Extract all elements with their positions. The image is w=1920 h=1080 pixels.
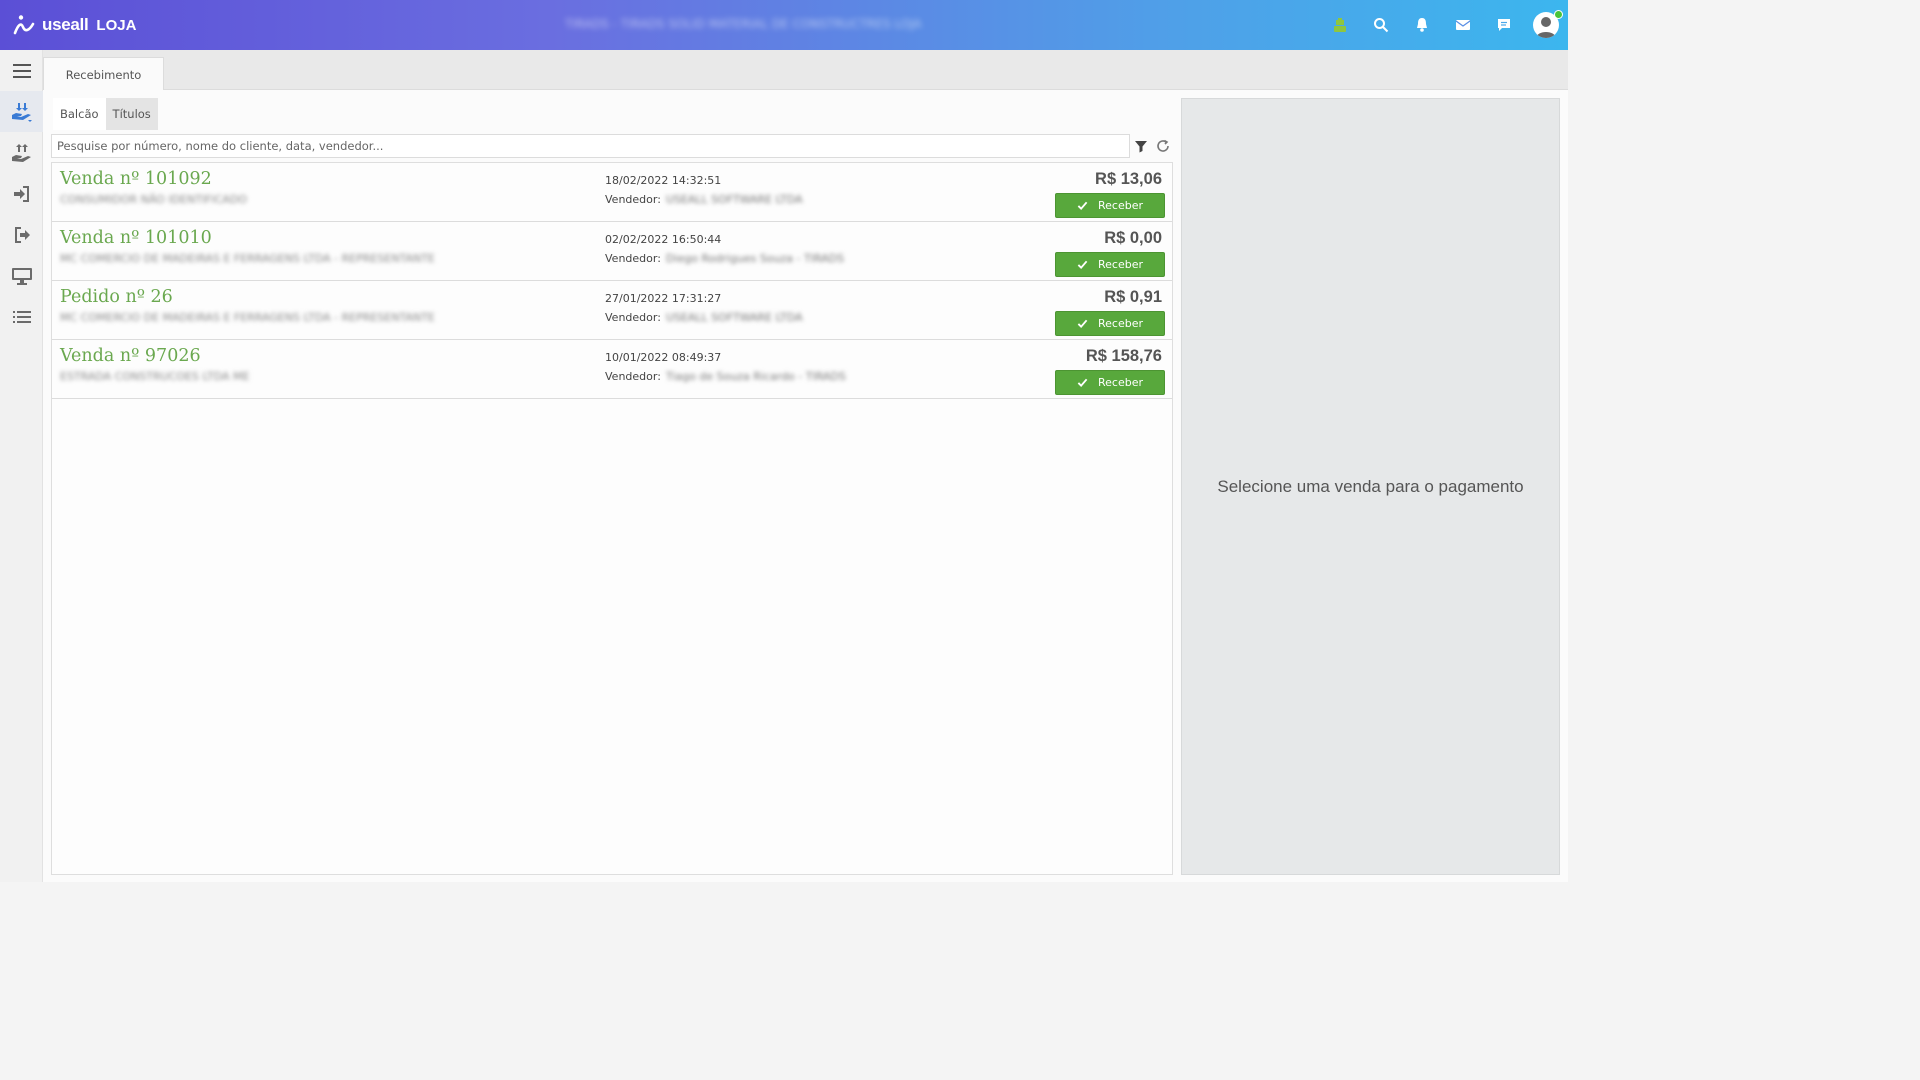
sale-client: MC COMERCIO DE MADEIRAS E FERRAGENS LTDA… xyxy=(60,252,435,265)
main-content: Balcão Títulos Venda nº 101092 CONSUMIDO… xyxy=(43,90,1568,882)
sidebar-item-entrada[interactable] xyxy=(0,173,43,214)
tab-recebimento[interactable]: Recebimento xyxy=(43,57,164,91)
bell-icon xyxy=(1416,18,1427,32)
tab-balcao[interactable]: Balcão xyxy=(53,98,106,130)
messages-button[interactable] xyxy=(1442,0,1483,50)
check-icon xyxy=(1077,319,1088,329)
refresh-icon[interactable] xyxy=(1155,138,1171,154)
monitor-icon xyxy=(11,267,32,285)
list-item[interactable]: Pedido nº 26 MC COMERCIO DE MADEIRAS E F… xyxy=(52,281,1172,340)
tab-titulos[interactable]: Títulos xyxy=(105,98,158,130)
chat-icon xyxy=(1497,19,1510,31)
user-menu[interactable] xyxy=(1524,0,1568,50)
sidebar-item-pagamento[interactable] xyxy=(0,132,43,173)
useall-logo-icon xyxy=(13,15,35,35)
brand-name: useall xyxy=(42,15,89,34)
sale-client: CONSUMIDOR NÃO IDENTIFICADO xyxy=(60,193,248,206)
sale-amount: R$ 13,06 xyxy=(1095,170,1162,188)
receber-button[interactable]: Receber xyxy=(1055,252,1165,277)
empty-state-message: Selecione uma venda para o pagamento xyxy=(1217,476,1524,496)
hamburger-icon xyxy=(12,63,31,78)
sale-vendor: Vendedor: USEALL SOFTWARE LTDA xyxy=(605,311,803,324)
receber-label: Receber xyxy=(1097,376,1143,389)
sale-title: Venda nº 101010 xyxy=(60,228,212,248)
check-icon xyxy=(1077,260,1088,270)
sale-title: Venda nº 97026 xyxy=(60,346,201,366)
sale-amount: R$ 158,76 xyxy=(1085,347,1162,365)
sale-amount: R$ 0,00 xyxy=(1104,229,1162,247)
receber-label: Receber xyxy=(1097,258,1143,271)
sign-in-icon xyxy=(13,185,29,202)
vendor-name: USEALL SOFTWARE LTDA xyxy=(665,193,803,206)
receber-button[interactable]: Receber xyxy=(1055,311,1165,336)
menu-toggle[interactable] xyxy=(0,50,43,91)
page-tab-strip: Recebimento xyxy=(43,50,1568,91)
sidebar-item-terminal[interactable] xyxy=(0,255,43,296)
vendor-label: Vendedor: xyxy=(605,311,661,324)
sale-title: Venda nº 101092 xyxy=(60,169,212,189)
sale-client: ESTRADA CONSTRUCOES LTDA ME xyxy=(60,370,250,383)
sidebar-item-lista[interactable] xyxy=(0,296,43,337)
sidebar xyxy=(0,50,43,882)
search-button[interactable] xyxy=(1360,0,1401,50)
payment-detail-panel: Selecione uma venda para o pagamento xyxy=(1181,98,1560,875)
subtab-bar: Balcão Títulos xyxy=(53,98,158,130)
sale-amount: R$ 0,91 xyxy=(1104,288,1162,306)
module-name: LOJA xyxy=(96,16,137,34)
sale-vendor: Vendedor: Diego Rodrigues Souza - TIRADS xyxy=(605,252,844,265)
sale-vendor: Vendedor: USEALL SOFTWARE LTDA xyxy=(605,193,803,206)
list-item[interactable]: Venda nº 101092 CONSUMIDOR NÃO IDENTIFIC… xyxy=(52,163,1172,222)
sidebar-item-recebimento[interactable] xyxy=(0,91,43,132)
sale-title: Pedido nº 26 xyxy=(60,287,173,307)
cash-register-button[interactable] xyxy=(1319,0,1360,50)
vendor-label: Vendedor: xyxy=(605,370,661,383)
top-bar: useall LOJA TIRADS - TIRADS SOLID MATERI… xyxy=(0,0,1568,50)
vendor-name: Tiago de Souza Ricardo - TIRADS xyxy=(665,370,846,383)
list-item[interactable]: Venda nº 101010 MC COMERCIO DE MADEIRAS … xyxy=(52,222,1172,281)
search-icon xyxy=(1373,18,1388,33)
sale-vendor: Vendedor: Tiago de Souza Ricardo - TIRAD… xyxy=(605,370,846,383)
check-icon xyxy=(1077,378,1088,388)
store-name: TIRADS - TIRADS SOLID MATERIAL DE CONSTR… xyxy=(565,17,922,31)
envelope-icon xyxy=(1455,20,1470,30)
sale-client: MC COMERCIO DE MADEIRAS E FERRAGENS LTDA… xyxy=(60,311,435,324)
search-input[interactable] xyxy=(51,134,1130,158)
sale-date: 18/02/2022 14:32:51 xyxy=(605,174,722,187)
receber-label: Receber xyxy=(1097,317,1143,330)
receber-button[interactable]: Receber xyxy=(1055,193,1165,218)
vendor-name: Diego Rodrigues Souza - TIRADS xyxy=(665,252,845,265)
filter-icon[interactable] xyxy=(1133,138,1149,154)
vendor-name: USEALL SOFTWARE LTDA xyxy=(665,311,803,324)
list-icon xyxy=(12,310,31,323)
list-item[interactable]: Venda nº 97026 ESTRADA CONSTRUCOES LTDA … xyxy=(52,340,1172,399)
receber-button[interactable]: Receber xyxy=(1055,370,1165,395)
notifications-button[interactable] xyxy=(1401,0,1442,50)
sale-date: 10/01/2022 08:49:37 xyxy=(605,351,722,364)
check-icon xyxy=(1077,201,1088,211)
receive-money-icon xyxy=(11,102,32,122)
cash-register-icon xyxy=(1333,18,1346,32)
pay-money-icon xyxy=(11,143,31,162)
sale-date: 27/01/2022 17:31:27 xyxy=(605,292,722,305)
search-row xyxy=(51,134,1173,158)
app-logo[interactable]: useall LOJA xyxy=(12,13,136,37)
vendor-label: Vendedor: xyxy=(605,193,661,206)
chat-button[interactable] xyxy=(1483,0,1524,50)
sidebar-item-saida[interactable] xyxy=(0,214,43,255)
vendor-label: Vendedor: xyxy=(605,252,661,265)
sign-out-icon xyxy=(14,226,30,243)
sale-date: 02/02/2022 16:50:44 xyxy=(605,233,722,246)
receber-label: Receber xyxy=(1097,199,1143,212)
sales-list: Venda nº 101092 CONSUMIDOR NÃO IDENTIFIC… xyxy=(51,162,1173,875)
online-status-dot xyxy=(1554,10,1563,19)
